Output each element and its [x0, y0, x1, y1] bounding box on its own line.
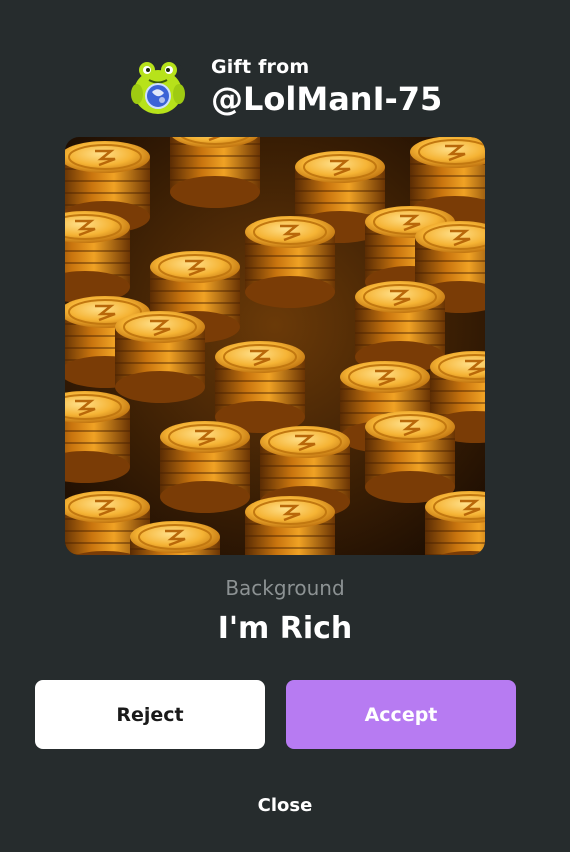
sender-avatar — [127, 56, 189, 118]
item-category-label: Background — [225, 576, 345, 600]
gold-coins-image-icon — [65, 137, 485, 555]
item-preview-image — [65, 137, 485, 555]
accept-button[interactable]: Accept — [286, 680, 516, 749]
close-button[interactable]: Close — [0, 794, 570, 818]
sender-username: @LolManI-75 — [211, 80, 443, 118]
gift-header: Gift from @LolManI-75 — [127, 56, 442, 118]
reject-button[interactable]: Reject — [35, 680, 265, 749]
gift-header-text: Gift from @LolManI-75 — [211, 56, 442, 118]
frog-avatar-icon — [127, 56, 189, 118]
gift-from-label: Gift from — [211, 56, 310, 78]
gift-modal: Gift from @LolManI-75 Background I'm Ric… — [0, 0, 570, 852]
item-name: I'm Rich — [217, 611, 353, 646]
